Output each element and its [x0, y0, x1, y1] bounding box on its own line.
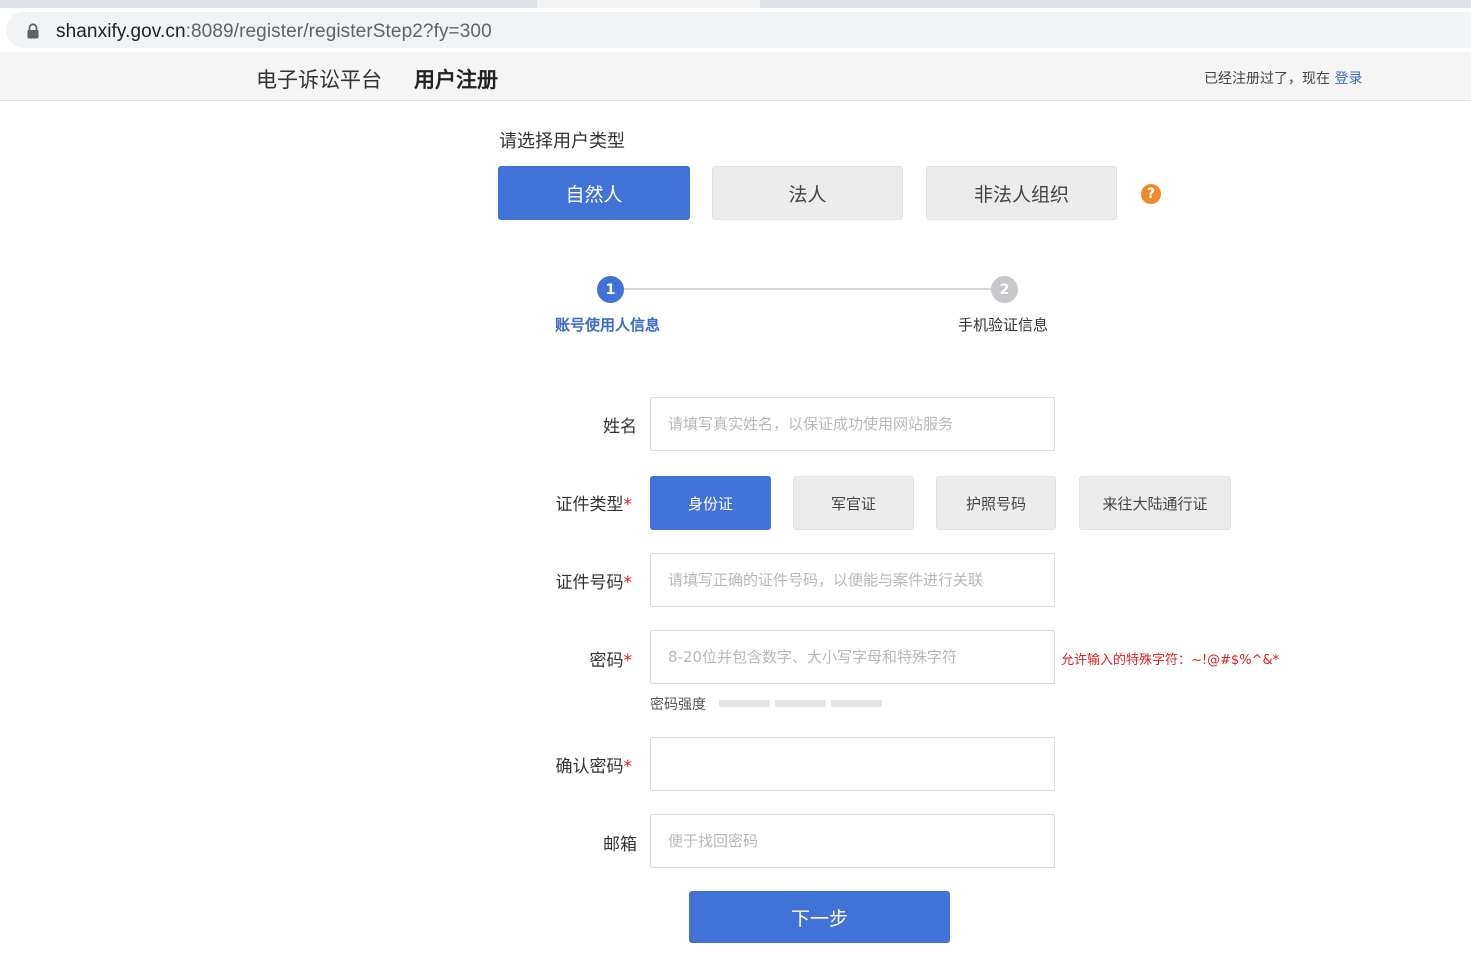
- login-link[interactable]: 登录: [1334, 71, 1362, 87]
- id-type-id-card-button[interactable]: 身份证: [650, 476, 771, 530]
- confirm-password-input[interactable]: [650, 737, 1055, 791]
- password-input[interactable]: [650, 630, 1055, 684]
- confirm-password-label-text: 确认密码: [555, 757, 624, 777]
- platform-name: 电子诉讼平台: [256, 68, 382, 92]
- password-strength-bar-2: [775, 700, 826, 707]
- password-label: 密码*: [502, 646, 633, 671]
- id-number-input[interactable]: [650, 553, 1055, 607]
- id-type-label-text: 证件类型: [555, 495, 624, 515]
- url-host: shanxify.gov.cn: [56, 21, 186, 42]
- step-2-indicator: 2: [991, 276, 1018, 303]
- browser-address-bar: shanxify.gov.cn:8089/register/registerSt…: [0, 8, 1471, 52]
- site-header: 电子诉讼平台 用户注册 已经注册过了，现在 登录: [0, 52, 1471, 101]
- url-field[interactable]: shanxify.gov.cn:8089/register/registerSt…: [6, 12, 1471, 48]
- step-1-indicator: 1: [597, 276, 624, 303]
- user-type-label: 请选择用户类型: [499, 131, 625, 152]
- email-input[interactable]: [650, 814, 1055, 868]
- user-type-unincorporated-org-button[interactable]: 非法人组织: [926, 166, 1117, 220]
- id-type-officer-card-button[interactable]: 军官证: [793, 476, 914, 530]
- page-title: 用户注册: [414, 68, 498, 92]
- id-type-passport-button[interactable]: 护照号码: [936, 476, 1056, 530]
- step-connector: [624, 288, 992, 290]
- confirm-password-label: 确认密码*: [502, 752, 633, 777]
- browser-active-tab[interactable]: [537, 0, 760, 8]
- user-type-legal-person-button[interactable]: 法人: [712, 166, 903, 220]
- url-text: shanxify.gov.cn:8089/register/registerSt…: [56, 21, 492, 43]
- id-number-label: 证件号码*: [502, 568, 633, 593]
- lock-icon[interactable]: [26, 23, 40, 39]
- required-mark: *: [623, 651, 633, 671]
- password-strength-bar-1: [719, 700, 770, 707]
- password-strength-label: 密码强度: [650, 697, 706, 713]
- required-mark: *: [623, 495, 633, 515]
- required-mark: *: [623, 573, 633, 593]
- name-label-text: 姓名: [603, 417, 637, 437]
- login-prompt-text: 已经注册过了，现在: [1204, 71, 1335, 87]
- id-type-mainland-permit-button[interactable]: 来往大陆通行证: [1079, 476, 1231, 530]
- password-hint: 允许输入的特殊字符：~!@#$%^&*: [1061, 653, 1280, 668]
- password-label-text: 密码: [589, 651, 624, 671]
- email-label-text: 邮箱: [603, 835, 637, 855]
- step-1-label: 账号使用人信息: [555, 316, 661, 334]
- login-prompt: 已经注册过了，现在 登录: [1204, 68, 1362, 88]
- id-type-label: 证件类型*: [502, 490, 633, 515]
- email-label: 邮箱: [507, 830, 637, 855]
- id-number-label-text: 证件号码: [555, 573, 624, 593]
- required-mark: *: [623, 757, 633, 777]
- next-step-button[interactable]: 下一步: [689, 891, 950, 943]
- step-2-label: 手机验证信息: [958, 316, 1049, 334]
- help-icon[interactable]: ?: [1141, 184, 1161, 204]
- name-label: 姓名: [507, 412, 637, 437]
- password-strength-bar-3: [831, 700, 882, 707]
- name-input[interactable]: [650, 397, 1055, 451]
- user-type-natural-person-button[interactable]: 自然人: [498, 166, 690, 220]
- browser-tabstrip: [0, 0, 1471, 8]
- url-path: :8089/register/registerStep2?fy=300: [185, 21, 492, 42]
